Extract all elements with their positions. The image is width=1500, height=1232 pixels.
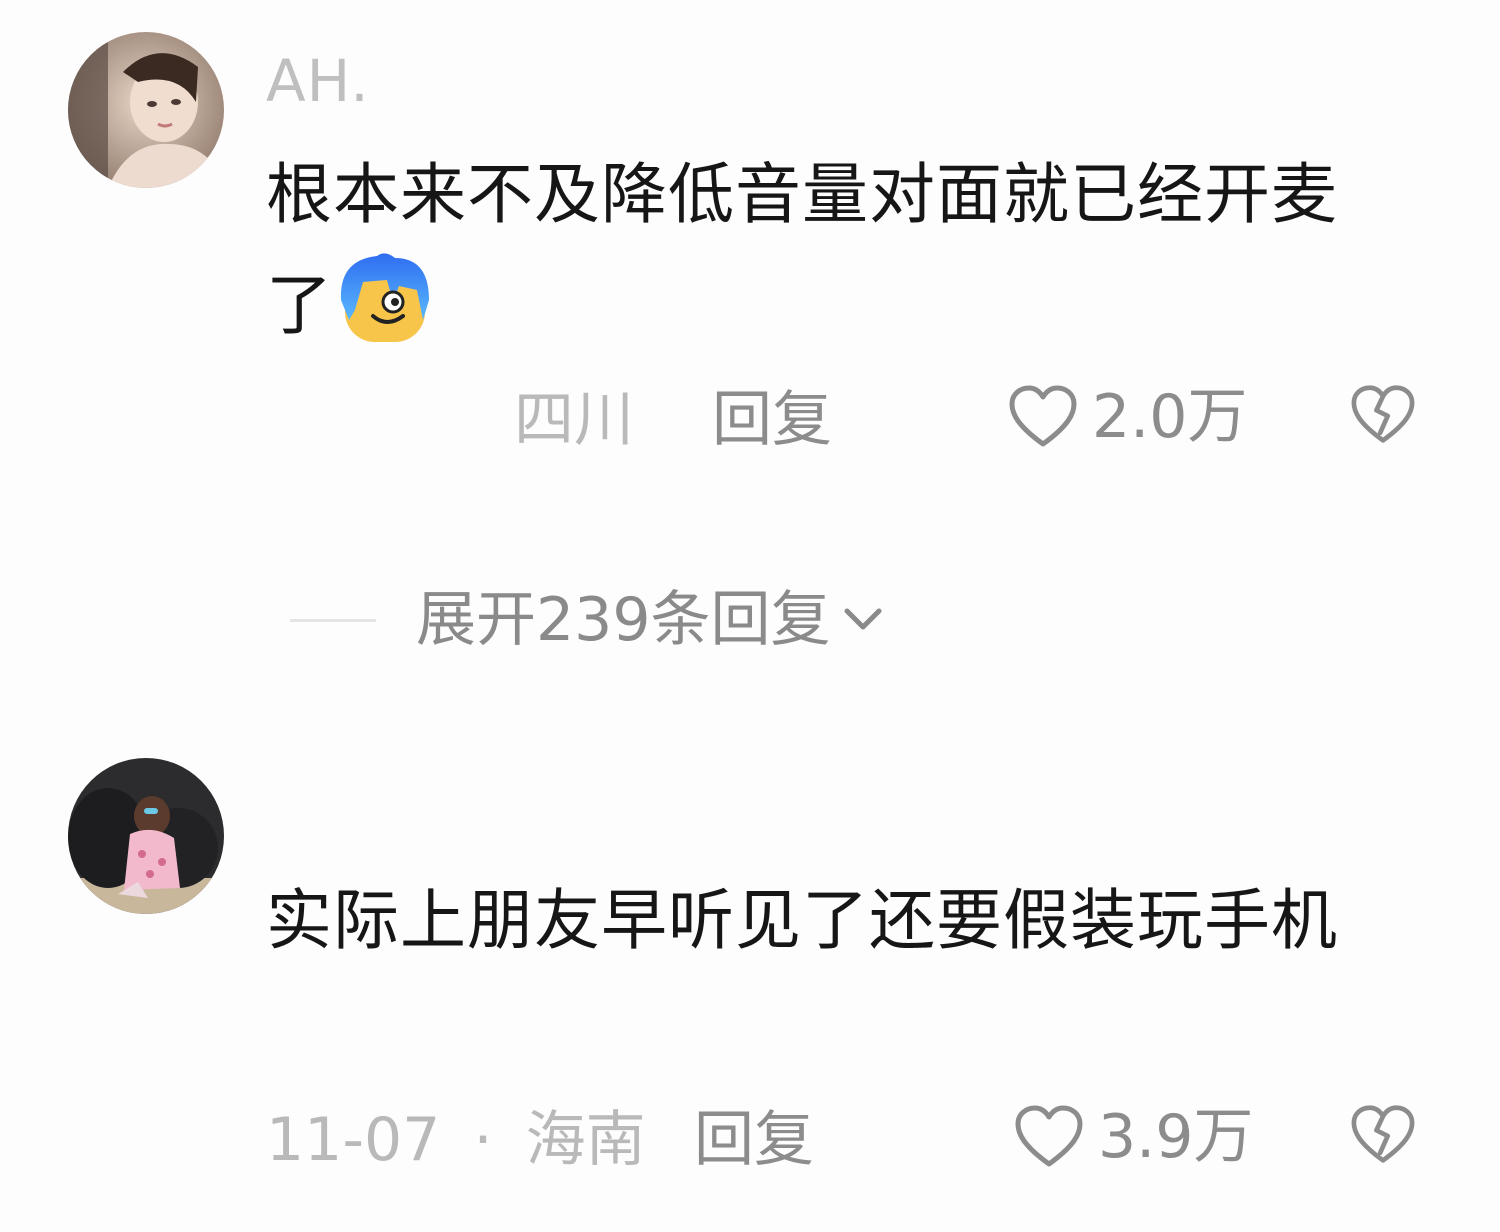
like-count: 2.0万 <box>1092 382 1248 452</box>
like-button[interactable]: 3.9万 <box>1014 1104 1253 1170</box>
avatar[interactable] <box>68 32 224 188</box>
reply-button[interactable]: 回复 <box>694 1110 814 1170</box>
like-button[interactable]: 2.0万 <box>1008 384 1247 450</box>
reply-button[interactable]: 回复 <box>712 390 832 450</box>
chevron-down-icon <box>844 608 882 630</box>
meta-separator: · <box>473 1105 493 1175</box>
smirk-face-emoji-icon <box>337 250 433 346</box>
comment-text: 根本来不及降低音量对面就已经开麦了 <box>266 140 1396 361</box>
divider-line <box>290 618 376 622</box>
comment-meta: 11-07 · 海南 <box>266 1110 646 1170</box>
expand-replies-button[interactable]: 展开239条回复 <box>290 590 885 650</box>
avatar[interactable] <box>68 758 224 914</box>
comment-text-content: 实际上朋友早听见了还要假装玩手机 <box>266 882 1338 959</box>
username[interactable]: AH. <box>266 52 370 110</box>
dislike-button[interactable] <box>1350 384 1416 450</box>
heart-outline-icon <box>1009 385 1077 447</box>
broken-heart-icon <box>1351 1105 1415 1163</box>
comment-location: 海南 <box>525 1105 646 1175</box>
broken-heart-icon <box>1351 385 1415 443</box>
comment-text: 实际上朋友早听见了还要假装玩手机 <box>266 866 1396 976</box>
dislike-button[interactable] <box>1350 1104 1416 1170</box>
comment-location: 四川 <box>514 385 634 455</box>
comment-date: 11-07 <box>266 1105 441 1175</box>
like-count: 3.9万 <box>1098 1102 1254 1172</box>
heart-outline-icon <box>1015 1105 1083 1167</box>
expand-replies-label: 展开239条回复 <box>416 585 831 655</box>
